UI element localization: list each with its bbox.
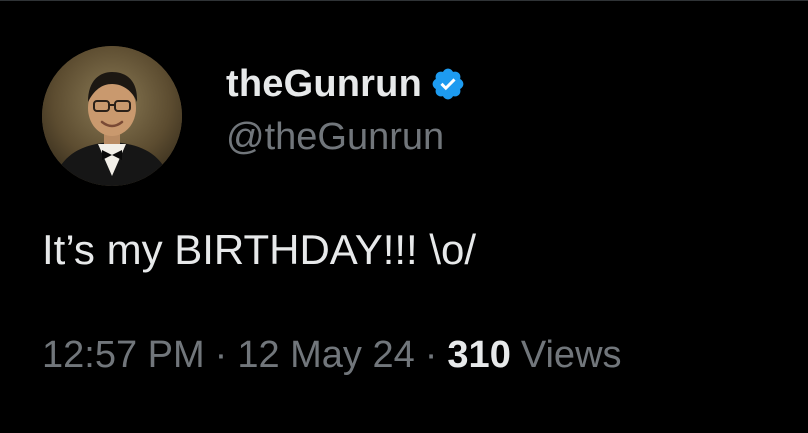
separator-dot: · (214, 334, 228, 376)
verified-badge-icon[interactable] (430, 66, 466, 102)
separator-dot: · (424, 334, 438, 376)
display-name[interactable]: theGunrun (226, 63, 422, 106)
avatar-photo (42, 46, 182, 186)
top-divider (0, 0, 808, 1)
views-count[interactable]: 310 (447, 334, 510, 377)
author-handle[interactable]: @theGunrun (226, 116, 444, 159)
views-label: Views (520, 334, 622, 376)
tweet-date[interactable]: 12 May 24 (237, 334, 414, 377)
tweet-text: It’s my BIRTHDAY!!! \o/ (42, 226, 477, 273)
author-name-row: theGunrun (226, 62, 466, 106)
tweet-metadata: 12:57 PM · 12 May 24 · 310 Views (42, 334, 622, 377)
tweet-time[interactable]: 12:57 PM (42, 334, 205, 377)
avatar[interactable] (42, 46, 182, 186)
